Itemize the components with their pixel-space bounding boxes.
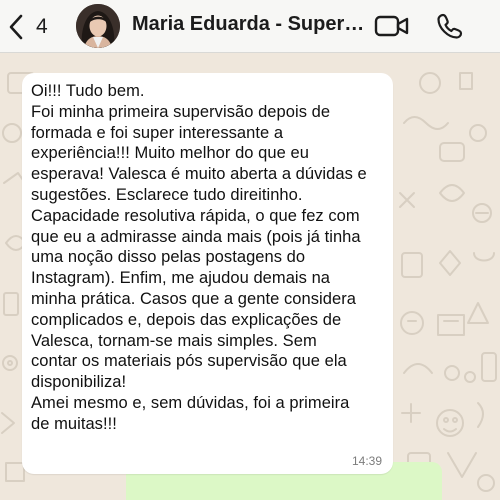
message-line: minha prática. Casos que a gente conside…: [31, 289, 356, 308]
message-line: sugestões. Esclarece tudo direitinho.: [31, 185, 303, 204]
voice-call-button[interactable]: [436, 12, 464, 40]
message-line: uma noção disso pelas postagens do: [31, 248, 306, 267]
message-line: complicados e, depois das explicações de: [31, 310, 342, 329]
unread-count: 4: [36, 15, 48, 38]
message-line: Instagram). Enfim, me ajudou demais na: [31, 269, 331, 288]
message-line: de muitas!!!: [31, 414, 117, 433]
contact-name[interactable]: Maria Eduarda - Superv...: [132, 13, 367, 36]
message-time: 14:39: [351, 454, 382, 468]
message-line: Valesca, tornam-se mais simples. Sem: [31, 331, 317, 350]
profile-photo: [76, 4, 120, 48]
message-line: disponibiliza!: [31, 373, 127, 392]
message-text: Oi!!! Tudo bem. Foi minha primeira superv…: [31, 81, 389, 435]
message-line: experiência!!! Muito melhor do que eu: [31, 144, 309, 163]
incoming-message-bubble[interactable]: Oi!!! Tudo bem. Foi minha primeira superv…: [22, 73, 393, 474]
back-button[interactable]: 4: [8, 12, 60, 42]
video-camera-icon: [374, 15, 409, 37]
avatar[interactable]: [76, 4, 120, 48]
chat-header: 4 Maria Eduarda - Superv...: [0, 0, 500, 53]
message-line: Capacidade resolutiva rápida, o que fez …: [31, 206, 360, 225]
message-line: que eu a admirasse ainda mais (pois já t…: [31, 227, 361, 246]
message-line: Foi minha primeira supervisão depois de: [31, 102, 331, 121]
message-line: contar os materiais pós supervisão que e…: [31, 352, 347, 371]
message-line: Oi!!! Tudo bem.: [31, 82, 145, 100]
video-call-button[interactable]: [374, 14, 410, 38]
phone-icon: [437, 13, 463, 39]
message-line: formada e foi super interessante a: [31, 123, 284, 142]
message-line: esperava! Valesca é muito aberta a dúvid…: [31, 165, 367, 184]
message-line: Amei mesmo e, sem dúvidas, foi a primeir…: [31, 393, 350, 412]
chevron-left-icon: [9, 14, 23, 40]
